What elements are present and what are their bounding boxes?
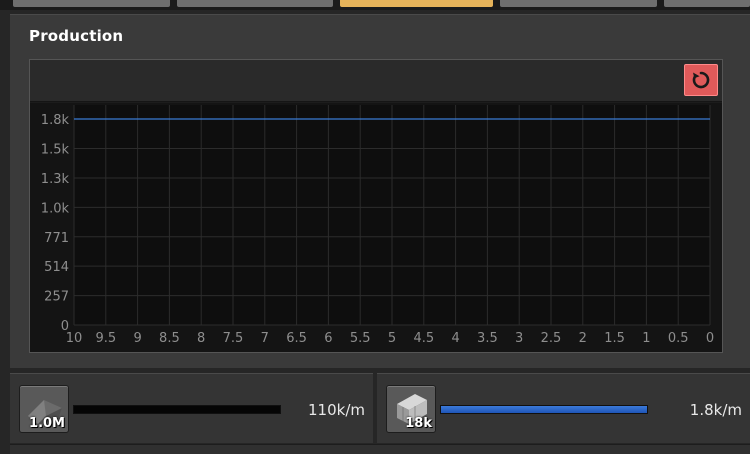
item-count: 1.0M <box>29 416 65 431</box>
y-tick-label: 0 <box>61 319 69 334</box>
panel-title: Production <box>29 27 124 45</box>
item-row-partial <box>10 444 750 454</box>
tab-4[interactable] <box>500 0 657 7</box>
x-tick-label: 0 <box>706 331 714 346</box>
item-count: 18k <box>405 416 432 431</box>
graph-toolbar <box>30 60 722 102</box>
y-tick-label: 1.5k <box>41 143 70 158</box>
x-tick-label: 3 <box>515 331 523 346</box>
x-tick-label: 0.5 <box>668 331 689 346</box>
x-tick-label: 5.5 <box>350 331 371 346</box>
tab-strip <box>0 0 750 10</box>
x-tick-label: 6.5 <box>286 331 307 346</box>
y-tick-label: 771 <box>44 231 69 246</box>
graph-frame: 10 9.5 9 8.5 8 7.5 7 6.5 6 5.5 5 4.5 4 3.5 3 2.5 2 1.5 1 0.… <box>29 59 723 353</box>
production-panel: Production 1 0 9.5 9 8.5 8 7.5 7 6.5 6 5.5 5 4.5 4 3.5… <box>10 14 750 368</box>
tab-2[interactable] <box>177 0 333 7</box>
item-row-stone: 1.0M 110k/m <box>10 373 373 443</box>
x-tick-label: 9 <box>133 331 141 346</box>
production-bar <box>73 405 281 414</box>
x-tick-label: 4 <box>451 331 459 346</box>
tab-1[interactable] <box>13 0 170 7</box>
y-tick-label: 1.0k <box>41 201 70 216</box>
item-row-stone-brick: 18k 1.8k/m <box>377 373 750 443</box>
chart-svg: 10 9.5 9 8.5 8 7.5 7 6.5 6 5.5 5 4.5 4 3.5 3 2.5 2 1.5 1 0.… <box>41 105 714 346</box>
x-tick-label: 9.5 <box>95 331 116 346</box>
x-tick-label: 1 <box>642 331 650 346</box>
x-tick-label: 7.5 <box>223 331 244 346</box>
y-tick-label: 1.8k <box>41 113 70 128</box>
x-tick-label: 3.5 <box>477 331 498 346</box>
item-slot[interactable]: 18k <box>386 385 436 433</box>
item-rate: 1.8k/m <box>689 401 742 419</box>
x-tick-label: 2 <box>579 331 587 346</box>
reset-button[interactable] <box>684 64 718 96</box>
y-tick-label: 257 <box>44 290 69 305</box>
y-tick-label: 1.3k <box>41 172 70 187</box>
x-tick-label: 7 <box>261 331 269 346</box>
item-rate: 110k/m <box>308 401 365 419</box>
x-tick-label: 6 <box>324 331 332 346</box>
x-tick-label: 8 <box>197 331 205 346</box>
x-tick-label: 2.5 <box>541 331 562 346</box>
production-bar-fill <box>441 406 647 413</box>
reset-icon <box>692 71 710 89</box>
production-chart: 10 9.5 9 8.5 8 7.5 7 6.5 6 5.5 5 4.5 4 3.5 3 2.5 2 1.5 1 0.… <box>30 103 722 352</box>
item-slot[interactable]: 1.0M <box>19 385 69 433</box>
y-tick-label: 514 <box>44 260 69 275</box>
production-bar <box>440 405 648 414</box>
x-tick-label: 5 <box>388 331 396 346</box>
x-tick-label: 1.5 <box>604 331 625 346</box>
production-window: Production 1 0 9.5 9 8.5 8 7.5 7 6.5 6 5.5 5 4.5 4 3.5… <box>0 0 750 454</box>
x-tick-label: 4.5 <box>413 331 434 346</box>
tab-5[interactable] <box>664 0 750 7</box>
tab-production[interactable] <box>340 0 493 7</box>
x-tick-label: 8.5 <box>159 331 180 346</box>
